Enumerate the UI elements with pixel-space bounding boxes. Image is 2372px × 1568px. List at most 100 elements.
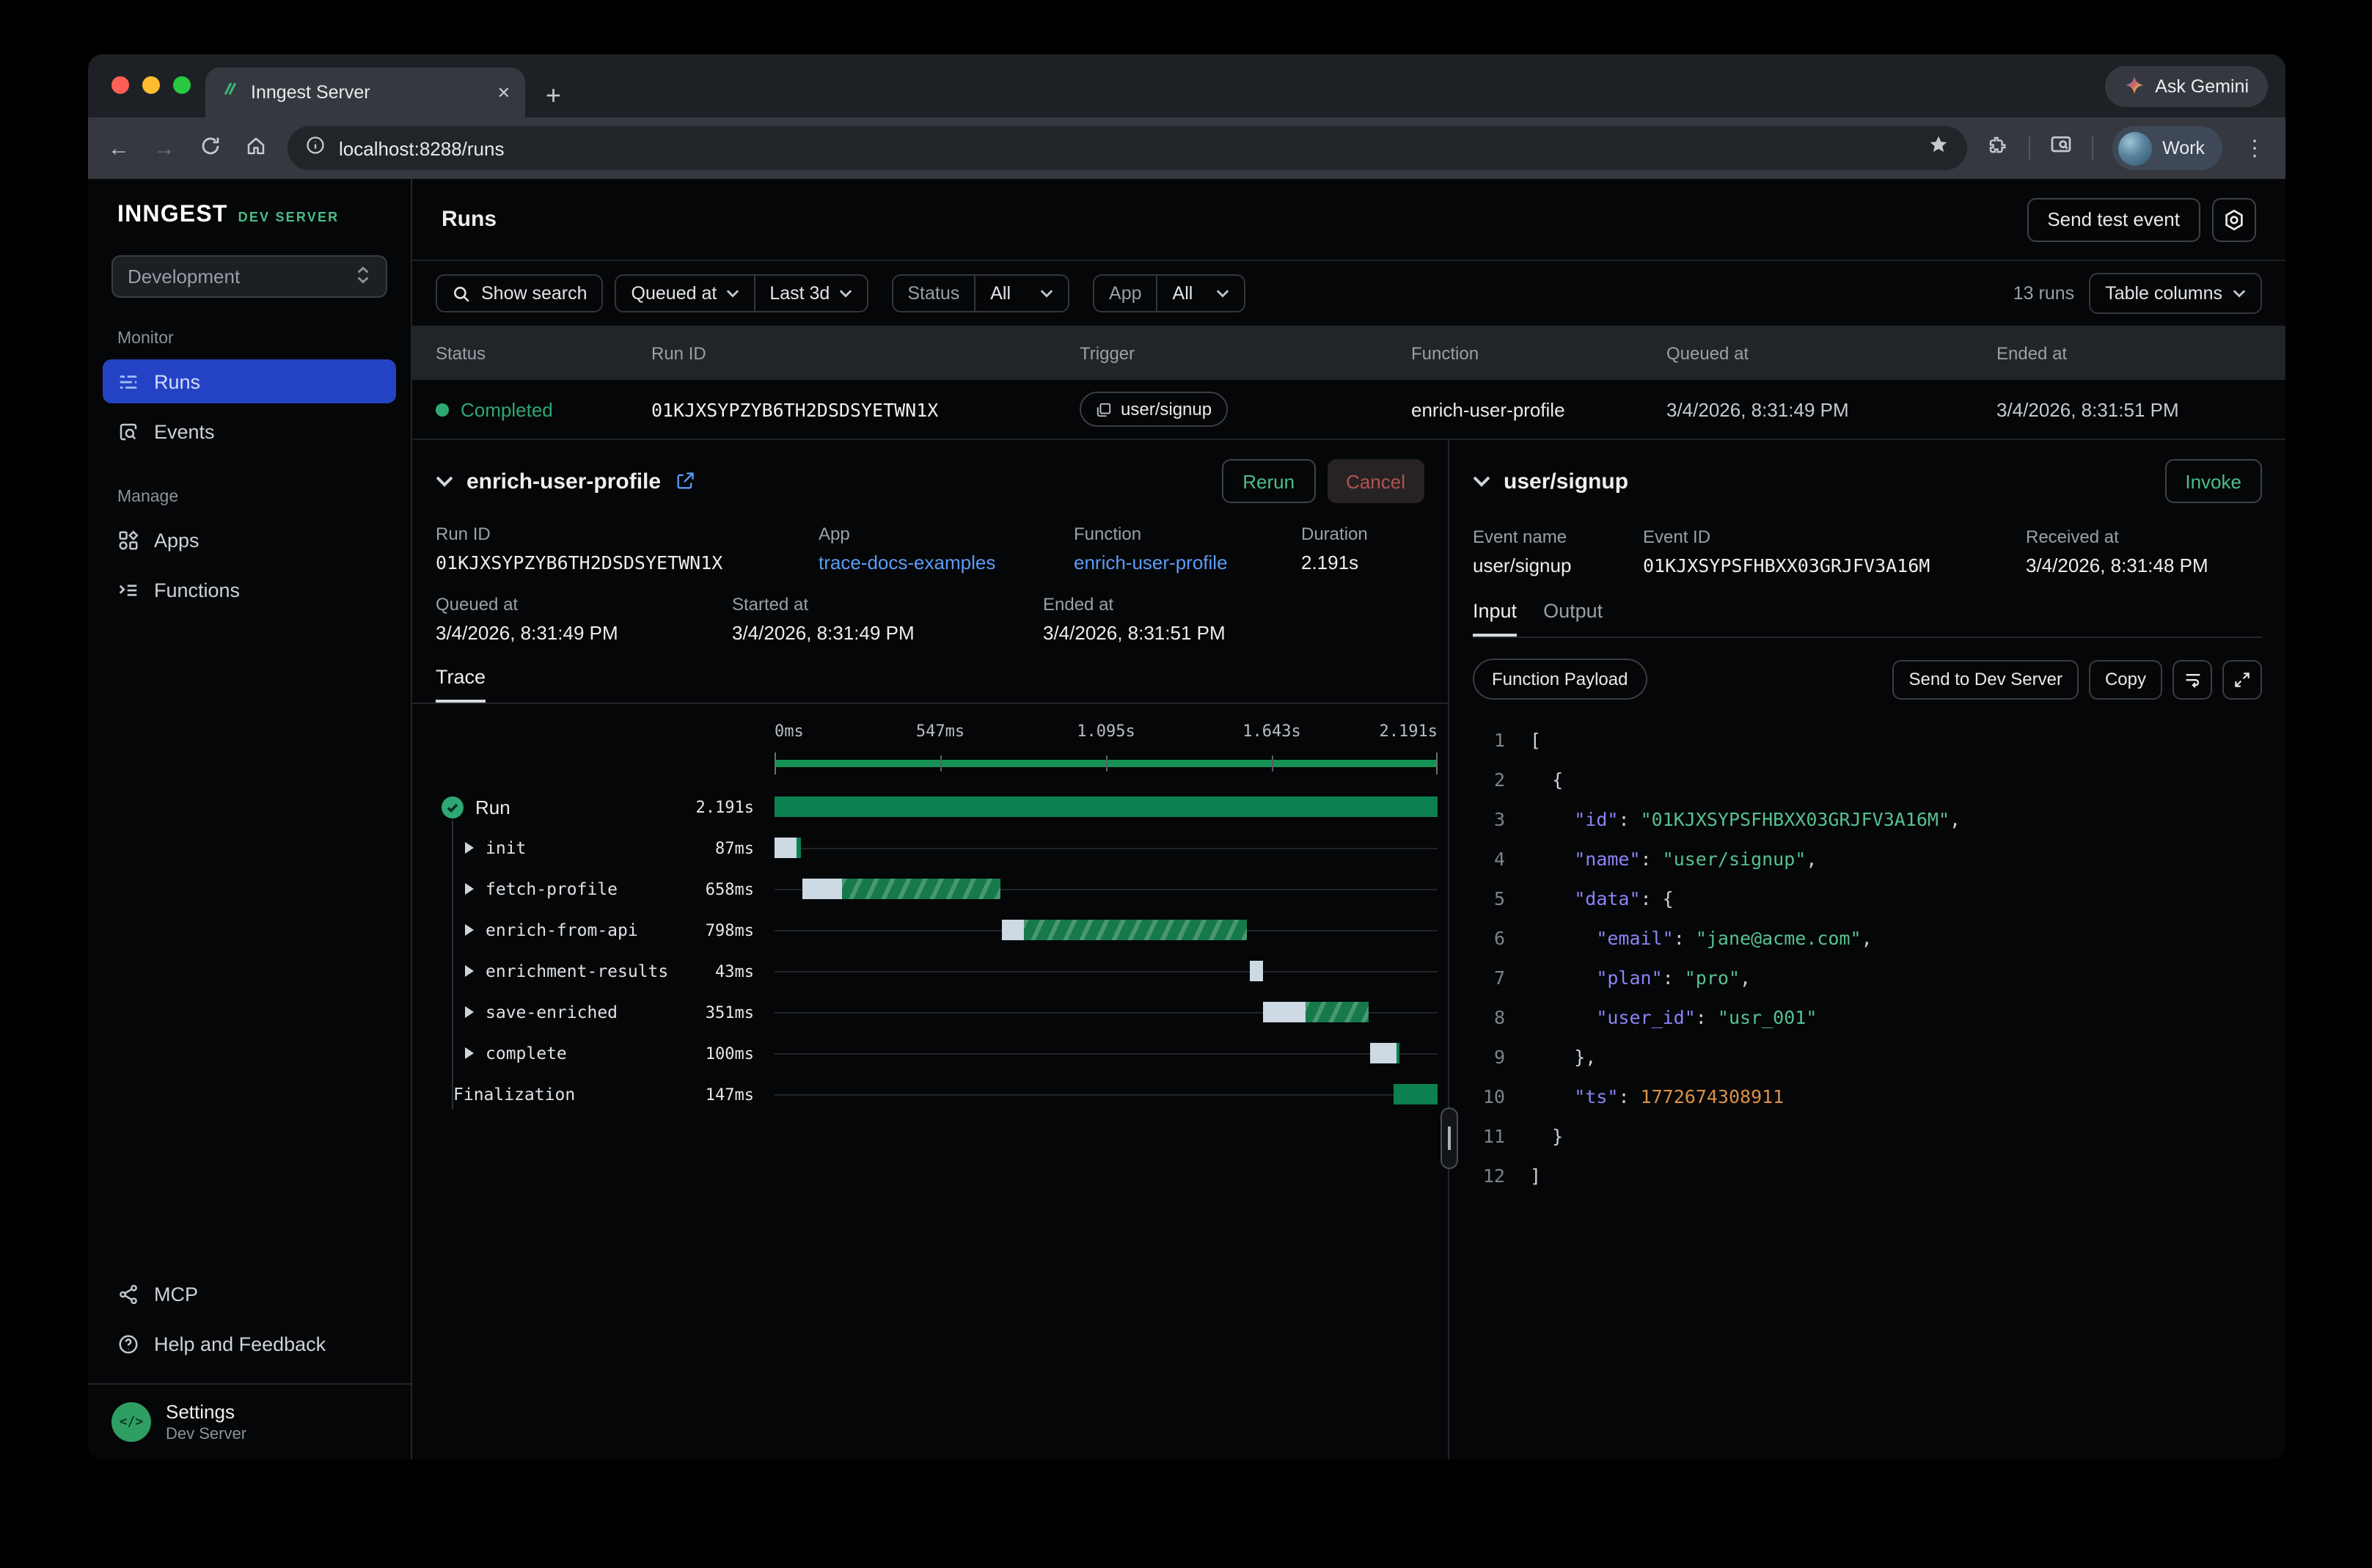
- status-filter-value[interactable]: All: [975, 276, 1068, 311]
- trace-row-save-enriched: save-enriched351ms: [436, 992, 1438, 1033]
- sidebar-functions-label: Functions: [154, 579, 240, 601]
- send-test-event-button[interactable]: Send test event: [2027, 197, 2200, 241]
- started-at-value: 3/4/2026, 8:31:49 PM: [732, 622, 1043, 644]
- timeline-minimap[interactable]: [775, 751, 1438, 777]
- send-to-dev-server-button[interactable]: Send to Dev Server: [1893, 659, 2079, 699]
- time-range-label: Last 3d: [769, 283, 830, 304]
- browser-profile-chip[interactable]: Work: [2112, 126, 2222, 170]
- home-icon[interactable]: [242, 134, 268, 162]
- minimap-tick: [940, 755, 942, 772]
- trace-bar: [775, 868, 1438, 909]
- ask-gemini-button[interactable]: Ask Gemini: [2105, 66, 2268, 107]
- invoke-button[interactable]: Invoke: [2164, 459, 2262, 503]
- trace-step-name[interactable]: enrichment-results43ms: [436, 961, 775, 981]
- line-number: 10: [1473, 1085, 1505, 1107]
- function-link[interactable]: enrich-user-profile: [1074, 552, 1301, 574]
- expand-triangle-icon[interactable]: [465, 1006, 474, 1018]
- panel-resize-handle[interactable]: [1441, 1107, 1458, 1169]
- app-link[interactable]: trace-docs-examples: [819, 552, 1074, 574]
- run-detail-panel: enrich-user-profile Rerun Cancel: [412, 440, 1449, 1459]
- status-filter-group: Status All: [891, 274, 1069, 312]
- queued-at-value: 3/4/2026, 8:31:49 PM: [436, 622, 732, 644]
- col-function: Function: [1411, 342, 1666, 363]
- time-range-filter[interactable]: Last 3d: [755, 276, 866, 311]
- expand-triangle-icon[interactable]: [465, 842, 474, 854]
- page-title: Runs: [442, 207, 2027, 232]
- tab-close-icon[interactable]: ✕: [497, 83, 510, 102]
- sidebar-item-events[interactable]: Events: [103, 409, 396, 453]
- code-line: 7 "plan": "pro",: [1473, 958, 2262, 997]
- ended-at-cell: 3/4/2026, 8:31:51 PM: [1996, 398, 2285, 420]
- run-table-row[interactable]: Completed 01KJXSYPZYB6TH2DSDSYETWN1X use…: [412, 380, 2285, 439]
- queued-at-filter[interactable]: Queued at: [617, 276, 754, 311]
- axis-tick-label: 1.643s: [1242, 722, 1301, 741]
- expand-triangle-icon[interactable]: [465, 965, 474, 977]
- table-columns-button[interactable]: Table columns: [2089, 273, 2262, 314]
- sidebar-item-functions[interactable]: Functions: [103, 568, 396, 612]
- forward-icon[interactable]: →: [151, 136, 177, 161]
- trace-step-name[interactable]: fetch-profile658ms: [436, 879, 775, 899]
- collapse-chevron-icon[interactable]: [1473, 475, 1490, 487]
- event-icon: [1096, 401, 1112, 417]
- environment-select[interactable]: Development: [111, 255, 387, 298]
- trigger-pill[interactable]: user/signup: [1080, 392, 1228, 427]
- external-link-icon[interactable]: [674, 471, 695, 491]
- main-content: Runs Send test event: [412, 179, 2285, 1459]
- url-text[interactable]: localhost:8288/runs: [339, 137, 1914, 159]
- trace-bar-segment-striped: [1306, 1002, 1368, 1022]
- sidebar-item-help[interactable]: Help and Feedback: [103, 1322, 396, 1366]
- line-number: 8: [1473, 1006, 1505, 1028]
- queued-at-cell: 3/4/2026, 8:31:49 PM: [1666, 398, 1996, 420]
- tab-trace[interactable]: Trace: [436, 666, 486, 703]
- code-line: 3 "id": "01KJXSYPSFHBXX03GRJFV3A16M",: [1473, 799, 2262, 839]
- chevron-down-icon: [1216, 289, 1229, 298]
- back-icon[interactable]: ←: [106, 136, 132, 161]
- settings-label: Settings: [166, 1401, 246, 1423]
- trace-bar-segment-striped: [842, 879, 1000, 899]
- sidebar-item-runs[interactable]: Runs: [103, 359, 396, 403]
- rerun-button[interactable]: Rerun: [1222, 459, 1315, 503]
- expand-triangle-icon[interactable]: [465, 924, 474, 936]
- expand-triangle-icon[interactable]: [465, 1047, 474, 1059]
- settings-gear-button[interactable]: [2212, 197, 2256, 241]
- trace-step-name[interactable]: save-enriched351ms: [436, 1002, 775, 1022]
- maximize-window-button[interactable]: [173, 76, 191, 94]
- browser-tab[interactable]: Inngest Server ✕: [205, 67, 525, 117]
- reload-icon[interactable]: [197, 134, 223, 162]
- trigger-label: user/signup: [1121, 399, 1212, 420]
- trace-bar-segment-striped: [1023, 920, 1246, 940]
- side-panel-search-icon[interactable]: [2049, 133, 2073, 164]
- trace-step-name[interactable]: enrich-from-api798ms: [436, 920, 775, 940]
- collapse-chevron-icon[interactable]: [436, 475, 453, 487]
- tab-input[interactable]: Input: [1473, 600, 1517, 637]
- trace-step-name[interactable]: complete100ms: [436, 1043, 775, 1063]
- app-filter-label: App: [1094, 276, 1157, 311]
- browser-menu-icon[interactable]: ⋮: [2241, 135, 2268, 161]
- copy-button[interactable]: Copy: [2089, 659, 2162, 699]
- functions-icon: [117, 579, 139, 601]
- trace-bar-segment-solid: [797, 838, 801, 858]
- line-number: 1: [1473, 729, 1505, 751]
- event-tabs: Input Output: [1473, 600, 2262, 638]
- minimize-window-button[interactable]: [142, 76, 160, 94]
- toolbar-divider: [2029, 136, 2030, 160]
- word-wrap-button[interactable]: [2172, 659, 2212, 699]
- show-search-button[interactable]: Show search: [436, 274, 604, 312]
- app-filter-value[interactable]: All: [1158, 276, 1245, 311]
- extensions-icon[interactable]: [1986, 133, 2010, 164]
- address-bar[interactable]: localhost:8288/runs: [288, 126, 1967, 170]
- expand-triangle-icon[interactable]: [465, 883, 474, 895]
- cancel-button[interactable]: Cancel: [1327, 459, 1424, 503]
- trace-step-name[interactable]: init87ms: [436, 838, 775, 858]
- sidebar-settings[interactable]: </> Settings Dev Server: [88, 1383, 411, 1459]
- sidebar-item-mcp[interactable]: MCP: [103, 1272, 396, 1316]
- bookmark-star-icon[interactable]: [1928, 133, 1950, 163]
- expand-button[interactable]: [2222, 659, 2262, 699]
- site-info-icon[interactable]: [305, 134, 326, 162]
- step-duration: 87ms: [715, 838, 754, 857]
- tab-output[interactable]: Output: [1543, 600, 1603, 637]
- close-window-button[interactable]: [111, 76, 129, 94]
- new-tab-button[interactable]: +: [546, 82, 561, 109]
- sidebar-item-apps[interactable]: Apps: [103, 518, 396, 562]
- trace-bar: [775, 1074, 1438, 1115]
